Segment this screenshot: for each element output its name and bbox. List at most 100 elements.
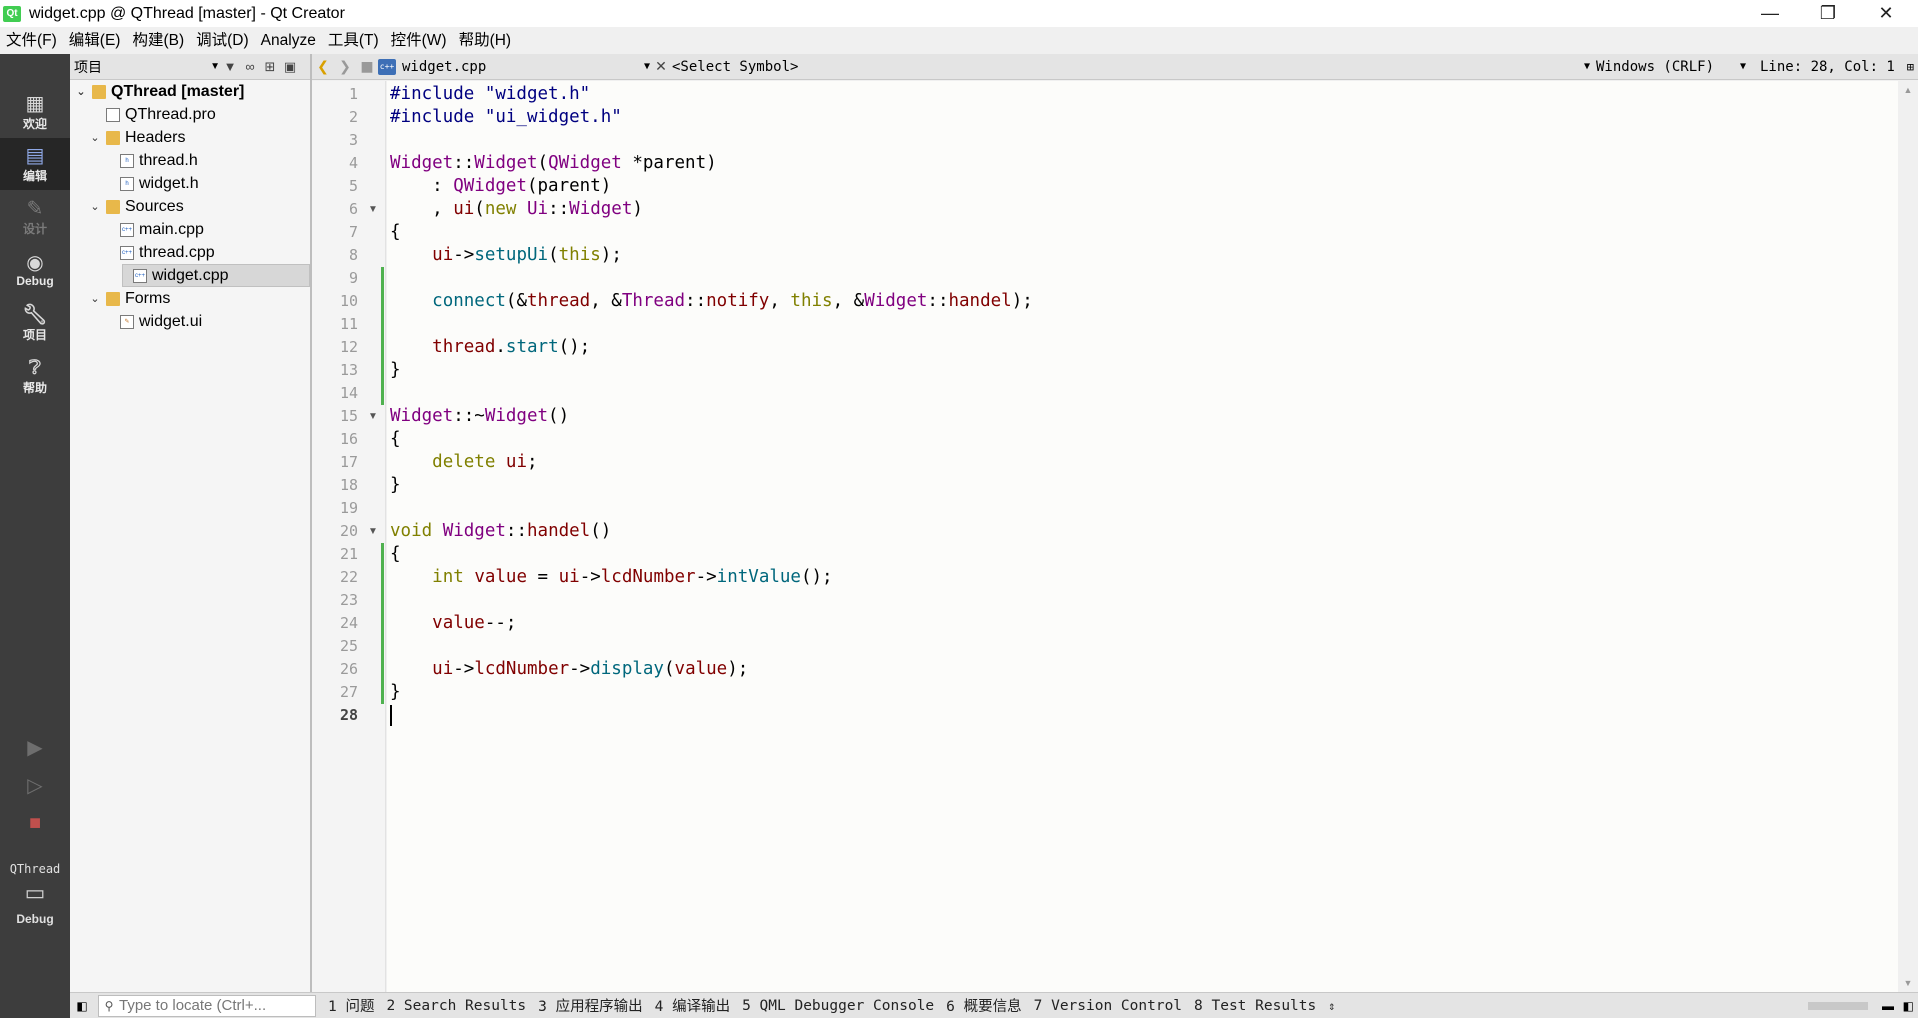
mode-edit-label: 编辑 (22, 168, 47, 183)
nav-back-icon[interactable]: ❮ (312, 59, 334, 75)
folder-icon (106, 130, 120, 145)
menu-analyze[interactable]: Analyze (255, 27, 322, 54)
code-line: { (390, 429, 401, 449)
locator-input[interactable]: ⚲ Type to locate (Ctrl+... (98, 994, 316, 1017)
mode-debug[interactable]: ◉ Debug (0, 244, 70, 296)
kit-selector[interactable]: ▭ Debug (0, 880, 70, 936)
tree-node-label: widget.cpp (152, 266, 229, 284)
fold-arrow-icon[interactable]: ▼ (368, 520, 378, 543)
search-icon: ⚲ (104, 998, 114, 1013)
tree-node-folder-sources[interactable]: ⌄ Sources (88, 195, 183, 218)
nav-forward-icon[interactable]: ❯ (334, 59, 356, 75)
menu-controls[interactable]: 控件(W) (385, 27, 453, 54)
menu-build[interactable]: 构建(B) (126, 27, 190, 54)
line-number: 17 (339, 453, 358, 471)
mode-projects[interactable]: 🔧︎ 项目 (0, 297, 70, 349)
mode-design[interactable]: ✎ 设计 (0, 191, 70, 243)
vertical-scrollbar[interactable]: ▲ ▼ (1898, 81, 1918, 992)
output-pane-issues[interactable]: 1 问题 (328, 995, 374, 1016)
menu-debug[interactable]: 调试(D) (190, 27, 255, 54)
tree-node-file[interactable]: h thread.h (102, 149, 198, 172)
minimize-icon[interactable]: — (1741, 0, 1799, 27)
tree-node-file[interactable]: h widget.h (102, 172, 199, 195)
code-line: ui->lcdNumber->display(value); (432, 659, 749, 679)
line-number: 19 (339, 499, 358, 517)
line-number: 7 (348, 223, 358, 241)
output-pane-app-output[interactable]: 3 应用程序输出 (538, 995, 642, 1016)
mode-design-label: 设计 (22, 221, 47, 236)
more-panes-icon[interactable]: ⇕ (1328, 999, 1335, 1013)
mode-edit[interactable]: ▤ 编辑 (0, 138, 70, 190)
toggle-sidebar-icon[interactable]: ◧ (70, 999, 94, 1013)
tree-node-file[interactable]: QThread.pro (88, 103, 216, 126)
chevron-down-icon[interactable]: ⌄ (88, 292, 102, 305)
menu-edit[interactable]: 编辑(E) (63, 27, 127, 54)
line-number: 5 (348, 177, 358, 195)
line-number: 21 (339, 545, 358, 563)
chevron-down-icon: ▼ (1583, 61, 1590, 72)
menu-tools[interactable]: 工具(T) (322, 27, 385, 54)
link-icon[interactable]: ∞ (240, 59, 260, 74)
tree-node-file[interactable]: c++ thread.cpp (102, 241, 215, 264)
scroll-down-icon[interactable]: ▼ (1898, 978, 1918, 988)
mode-welcome[interactable]: ▦ 欢迎 (0, 86, 70, 138)
scroll-up-icon[interactable]: ▲ (1898, 85, 1918, 95)
tree-node-folder-forms[interactable]: ⌄ Forms (88, 287, 170, 310)
tree-node-file-selected[interactable]: c++ widget.cpp (122, 264, 310, 287)
split-editor-icon[interactable]: ⊞ (1907, 60, 1914, 74)
header-file-icon: h (120, 176, 134, 191)
fold-arrow-icon[interactable]: ▼ (368, 405, 378, 428)
restore-icon[interactable]: ❐ (1799, 0, 1857, 27)
window-title: widget.cpp @ QThread [master] - Qt Creat… (29, 4, 345, 22)
tree-node-project[interactable]: ⌄ QThread [master] (74, 80, 244, 103)
debug-run-icon[interactable]: ▷ (16, 768, 54, 802)
code-editor[interactable]: #include "widget.h" #include "ui_widget.… (387, 81, 1898, 992)
code-line: delete ui; (432, 452, 538, 472)
tree-node-file[interactable]: ✎ widget.ui (102, 310, 202, 333)
line-number: 23 (339, 591, 358, 609)
build-icon[interactable]: ■ (16, 806, 54, 840)
chevron-down-icon[interactable]: ⌄ (88, 131, 102, 144)
filter-icon[interactable]: ▼ (220, 59, 240, 74)
folder-icon (106, 291, 120, 306)
code-line: Widget::Widget(QWidget *parent) (390, 153, 717, 173)
line-number: 9 (348, 269, 358, 287)
chevron-down-icon: ▼ (210, 61, 220, 72)
qt-icon: Qt (3, 5, 21, 22)
cursor-position[interactable]: Line: 28, Col: 1 (1760, 59, 1895, 75)
line-ending-selector[interactable]: Windows (CRLF) ▼ (1596, 59, 1746, 75)
close-document-icon[interactable]: ✕ (650, 59, 672, 75)
fold-arrow-icon[interactable]: ▼ (368, 198, 378, 221)
mode-help[interactable]: ❔︎ 帮助 (0, 350, 70, 402)
tree-node-folder-headers[interactable]: ⌄ Headers (88, 126, 185, 149)
chevron-down-icon: ▼ (1739, 61, 1746, 72)
line-number: 15 (339, 407, 358, 425)
symbol-selector[interactable]: <Select Symbol> ▼ (672, 59, 1590, 75)
menu-help[interactable]: 帮助(H) (453, 27, 518, 54)
line-number: 24 (339, 614, 358, 632)
close-icon[interactable]: ✕ (1857, 0, 1915, 27)
run-icon[interactable]: ▶ (16, 730, 54, 764)
output-pane-summary[interactable]: 6 概要信息 (946, 995, 1021, 1016)
toggle-right-sidebar-icon[interactable]: ◧ (1903, 999, 1914, 1013)
output-pane-compile[interactable]: 4 编译输出 (655, 995, 730, 1016)
output-pane-version-control[interactable]: 7 Version Control (1034, 998, 1182, 1014)
code-line: { (390, 222, 401, 242)
close-pane-icon[interactable]: ▣ (280, 59, 300, 75)
open-documents-selector[interactable]: c++ widget.cpp ▼ (378, 58, 650, 75)
menu-file[interactable]: 文件(F) (0, 27, 63, 54)
modified-lines-marker (381, 543, 384, 704)
code-line: int value = ui->lcdNumber->intValue(); (432, 567, 833, 587)
split-icon[interactable]: ⊞ (260, 59, 280, 75)
code-line: thread.start(); (432, 337, 591, 357)
projects-view-selector[interactable]: 项目 ▼ (74, 57, 220, 77)
tree-node-file[interactable]: c++ main.cpp (102, 218, 204, 241)
output-pane-search[interactable]: 2 Search Results (386, 998, 526, 1014)
details-icon[interactable]: ▬ (1882, 999, 1894, 1013)
chevron-down-icon[interactable]: ⌄ (74, 85, 88, 98)
chevron-down-icon[interactable]: ⌄ (88, 200, 102, 213)
tree-node-label: QThread.pro (125, 105, 216, 123)
output-pane-test-results[interactable]: 8 Test Results (1194, 998, 1316, 1014)
tree-node-label: Forms (125, 289, 171, 307)
output-pane-qml-console[interactable]: 5 QML Debugger Console (742, 998, 934, 1014)
